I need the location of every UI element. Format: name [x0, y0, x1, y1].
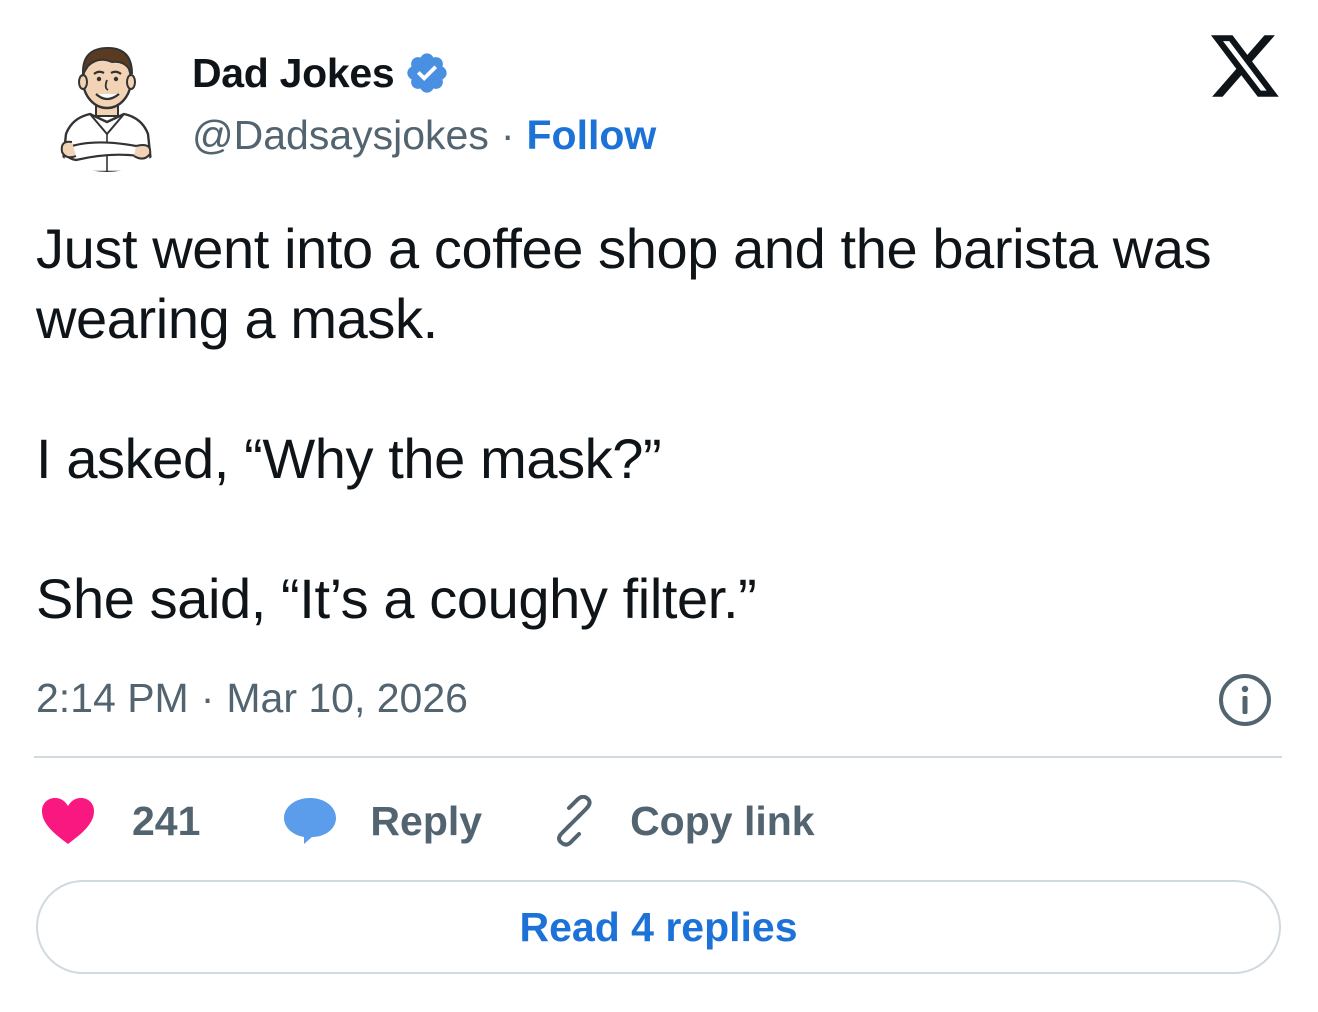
separator-dot: ·	[200, 674, 215, 721]
like-button[interactable]: 241	[40, 796, 200, 846]
tweet-text: Just went into a coffee shop and the bar…	[36, 214, 1276, 634]
info-icon[interactable]	[1217, 672, 1273, 728]
copy-link-button[interactable]: Copy link	[548, 795, 815, 847]
author-handle-row: @Dadsaysjokes · Follow	[192, 110, 656, 160]
reply-label: Reply	[370, 797, 483, 844]
link-icon	[557, 795, 592, 847]
action-bar: 241 Reply Copy link	[40, 788, 815, 854]
verified-badge-icon	[404, 50, 450, 96]
tweet-paragraph: She said, “It’s a coughy filter.”	[36, 567, 757, 630]
avatar[interactable]	[32, 22, 182, 172]
heart-icon	[42, 798, 94, 844]
speech-bubble-icon	[284, 798, 337, 844]
tweet-card: Dad Jokes @Dadsaysjokes · Follow Just we…	[0, 0, 1318, 1012]
follow-button[interactable]: Follow	[527, 112, 657, 159]
author-name-row: Dad Jokes	[192, 44, 450, 102]
x-logo-icon[interactable]	[1211, 34, 1279, 98]
read-replies-button[interactable]: Read 4 replies	[36, 880, 1281, 974]
divider	[34, 756, 1282, 758]
separator-dot: ·	[500, 111, 515, 158]
like-count: 241	[132, 797, 201, 844]
tweet-timestamp[interactable]: 2:14 PM · Mar 10, 2026	[36, 672, 468, 724]
tweet-paragraph: I asked, “Why the mask?”	[36, 427, 662, 490]
avatar-illustration	[32, 22, 182, 172]
copy-link-label: Copy link	[630, 797, 815, 844]
author-handle[interactable]: @Dadsaysjokes	[192, 112, 489, 159]
tweet-paragraph: Just went into a coffee shop and the bar…	[36, 217, 1212, 350]
reply-button[interactable]: Reply	[282, 796, 482, 846]
tweet-time: 2:14 PM	[36, 674, 189, 721]
tweet-date: Mar 10, 2026	[226, 674, 468, 721]
author-display-name[interactable]: Dad Jokes	[192, 50, 395, 97]
